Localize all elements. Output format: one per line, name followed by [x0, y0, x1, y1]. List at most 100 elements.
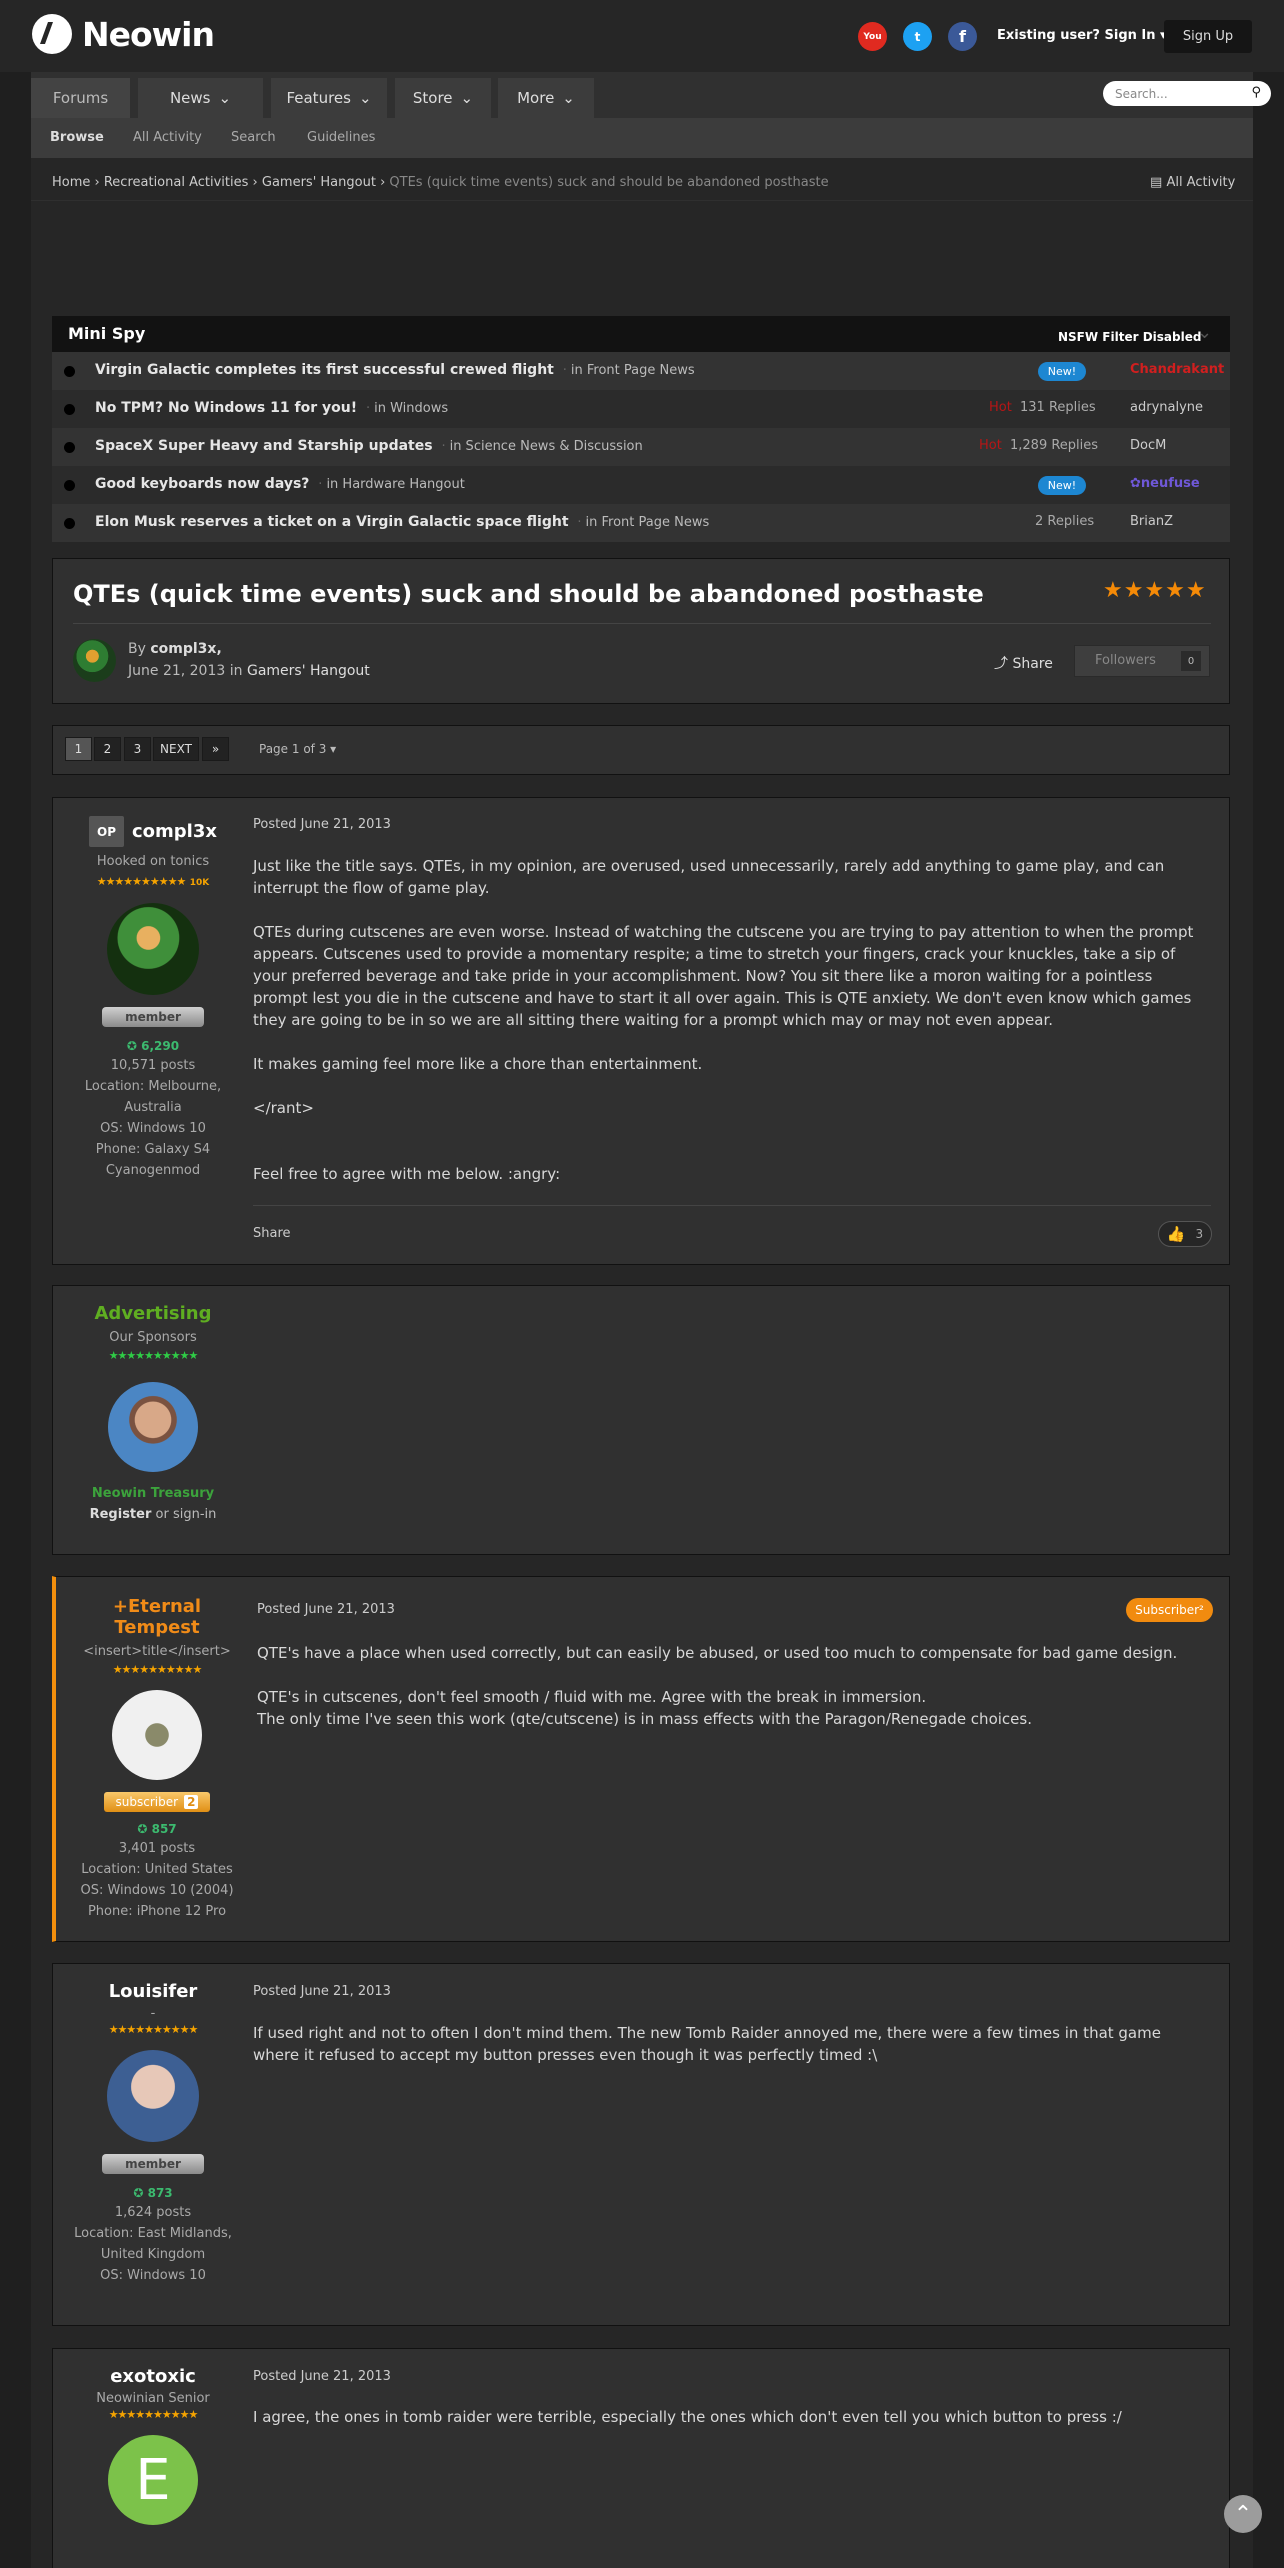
page-jump-dropdown[interactable]: Page 1 of 3 ▾ — [259, 742, 336, 756]
mini-spy-topic-title[interactable]: No TPM? No Windows 11 for you! — [95, 400, 357, 416]
register-link[interactable]: Register — [90, 1507, 152, 1522]
author-avatar[interactable] — [73, 639, 116, 682]
post-author-name[interactable]: Louisifer — [68, 1981, 238, 2002]
author-os: OS: Windows 10 (2004) — [80, 1883, 234, 1898]
tab-label: More — [517, 89, 555, 107]
mini-spy-topic-title[interactable]: Good keyboards now days? — [95, 476, 309, 492]
post-paragraph: Feel free to agree with me below. :angry… — [253, 1165, 561, 1183]
sign-in-label: Existing user? Sign In — [997, 28, 1156, 43]
tab-news[interactable]: News ⌄ — [138, 78, 263, 118]
follow-button[interactable]: Followers 0 — [1074, 645, 1210, 677]
subnav-all-activity[interactable]: All Activity — [133, 130, 202, 145]
member-group-badge: member — [102, 2154, 204, 2174]
unread-dot-icon — [64, 366, 75, 377]
new-badge: New! — [1038, 476, 1086, 495]
tab-store[interactable]: Store ⌄ — [395, 78, 491, 118]
chevron-down-icon[interactable]: ⌄ — [1197, 322, 1212, 343]
sign-in-link[interactable]: or sign-in — [156, 1507, 217, 1522]
subnav-browse[interactable]: Browse — [50, 130, 104, 145]
next-page-button[interactable]: NEXT — [153, 737, 199, 761]
breadcrumb-home[interactable]: Home — [52, 175, 90, 190]
twitter-icon[interactable]: t — [903, 22, 932, 51]
post-date[interactable]: Posted June 21, 2013 — [253, 817, 391, 832]
divider — [253, 1205, 1211, 1206]
topic-rating[interactable]: ★★★★★ — [1103, 578, 1207, 603]
main-nav: Forums News ⌄ Features ⌄ Store ⌄ More ⌄ Sear… — [31, 72, 1271, 118]
subnav-guidelines[interactable]: Guidelines — [307, 130, 375, 145]
unread-dot-icon — [64, 404, 75, 415]
sign-up-button[interactable]: Sign Up — [1164, 20, 1252, 53]
caret-down-icon: ▾ — [330, 742, 337, 756]
chevron-down-icon: ⌄ — [358, 89, 372, 107]
tab-features[interactable]: Features ⌄ — [271, 78, 387, 118]
search-input[interactable]: Search... ⚲ — [1103, 81, 1271, 106]
post-body: Just like the title says. QTEs, in my op… — [253, 855, 1208, 1185]
post-author-avatar[interactable]: E — [108, 2435, 198, 2525]
mini-spy-forum[interactable]: in Front Page News — [571, 363, 695, 378]
last-page-button[interactable]: » — [202, 737, 229, 761]
share-button[interactable]: ⤴ Share — [994, 653, 1053, 673]
page-1-button[interactable]: 1 — [65, 737, 92, 761]
share-icon: ⤴ — [994, 656, 1008, 672]
mini-spy-forum[interactable]: in Windows — [374, 401, 448, 416]
post-share-link[interactable]: Share — [253, 1226, 291, 1241]
mini-spy-row[interactable]: No TPM? No Windows 11 for you! · in Windo… — [52, 390, 1230, 428]
topic-author[interactable]: compl3x, — [150, 641, 221, 657]
mini-spy-row[interactable]: Good keyboards now days? · in Hardware Ha… — [52, 466, 1230, 504]
mini-spy-user[interactable]: Chandrakant — [1130, 362, 1224, 377]
youtube-icon[interactable]: You — [858, 22, 887, 51]
social-links: You t f — [858, 22, 977, 51]
mini-spy-forum[interactable]: in Science News & Discussion — [450, 439, 643, 454]
mini-spy-topic-title[interactable]: Elon Musk reserves a ticket on a Virgin … — [95, 514, 569, 530]
post-author-avatar[interactable] — [107, 903, 199, 995]
post-author-avatar[interactable] — [107, 2050, 199, 2142]
reaction-button[interactable]: 👍 3 — [1158, 1221, 1212, 1247]
mini-spy-row[interactable]: SpaceX Super Heavy and Starship updates … — [52, 428, 1230, 466]
all-activity-link[interactable]: ▤ All Activity — [1150, 175, 1235, 190]
search-placeholder: Search... — [1115, 86, 1168, 101]
page-2-button[interactable]: 2 — [94, 737, 121, 761]
post-date[interactable]: Posted June 21, 2013 — [253, 1984, 391, 1999]
topic-meta: June 21, 2013 in Gamers' Hangout — [128, 663, 370, 679]
mini-spy-user[interactable]: BrianZ — [1130, 514, 1173, 529]
mini-spy-user[interactable]: DocM — [1130, 438, 1166, 453]
tab-forums[interactable]: Forums — [31, 78, 130, 118]
post-body: QTE's have a place when used correctly, … — [257, 1642, 1207, 1730]
topic-forum-link[interactable]: Gamers' Hangout — [247, 663, 370, 679]
post-author-avatar[interactable] — [112, 1690, 202, 1780]
mini-spy-topic-title[interactable]: Virgin Galactic completes its first succ… — [95, 362, 554, 378]
mini-spy-forum[interactable]: in Front Page News — [586, 515, 710, 530]
post-paragraph: It makes gaming feel more like a chore t… — [253, 1055, 703, 1073]
site-logo[interactable]: Neowin — [32, 14, 215, 54]
post-author-name[interactable]: compl3x — [132, 821, 217, 842]
post-date[interactable]: Posted June 21, 2013 — [257, 1602, 395, 1617]
scroll-to-top-button[interactable]: ⌃ — [1224, 2495, 1262, 2533]
search-icon[interactable]: ⚲ — [1251, 85, 1261, 100]
page-3-button[interactable]: 3 — [124, 737, 151, 761]
nsfw-filter-toggle[interactable]: NSFW Filter Disabled — [1058, 330, 1201, 344]
author-location: Location: East Midlands, United Kingdom — [74, 2226, 232, 2262]
topic-title: QTEs (quick time events) suck and should… — [73, 580, 984, 608]
sponsor-link[interactable]: Neowin Treasury — [78, 1486, 228, 1501]
sign-in-link[interactable]: Existing user? Sign In ▾ — [997, 28, 1167, 43]
breadcrumb-gamers-hangout[interactable]: Gamers' Hangout — [262, 175, 376, 190]
reputation-icon: ✪ — [126, 1039, 137, 1053]
post-author-name[interactable]: +Eternal Tempest — [78, 1596, 236, 1638]
subnav-search[interactable]: Search — [231, 130, 276, 145]
mini-spy-row[interactable]: Virgin Galactic completes its first succ… — [52, 352, 1230, 390]
post-paragraph: QTE's in cutscenes, don't feel smooth / … — [257, 1688, 927, 1706]
post-date[interactable]: Posted June 21, 2013 — [253, 2369, 391, 2384]
author-location: Location: Melbourne, Australia — [84, 1079, 222, 1115]
mini-spy-row[interactable]: Elon Musk reserves a ticket on a Virgin … — [52, 504, 1230, 542]
sub-nav: Browse All Activity Search Guidelines — [31, 118, 1253, 158]
hot-badge: Hot — [979, 438, 1002, 453]
mini-spy-forum[interactable]: in Hardware Hangout — [326, 477, 464, 492]
mini-spy-user[interactable]: ✿neufuse — [1130, 476, 1200, 491]
tab-more[interactable]: More ⌄ — [498, 78, 594, 118]
mini-spy-user[interactable]: adrynalyne — [1130, 400, 1203, 415]
divider — [73, 623, 1211, 624]
post-author-name[interactable]: exotoxic — [78, 2366, 228, 2387]
breadcrumb-recreational[interactable]: Recreational Activities — [104, 175, 249, 190]
facebook-icon[interactable]: f — [948, 22, 977, 51]
mini-spy-topic-title[interactable]: SpaceX Super Heavy and Starship updates — [95, 438, 433, 454]
